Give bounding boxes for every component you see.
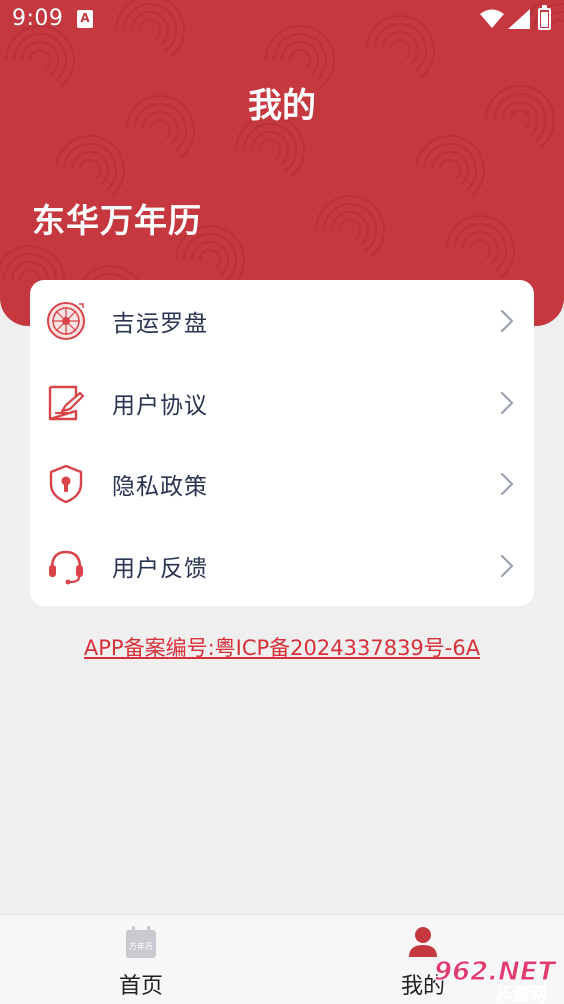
menu-item-label: 用户协议 [112,392,208,419]
cloud-swirl [469,239,491,259]
compass-icon [47,302,85,340]
wifi-icon [480,9,504,28]
cloud-swirl [415,135,485,198]
chevron-right-icon [500,309,514,333]
icp-record-link[interactable]: APP备案编号:粤ICP备2024337839号-6A [0,632,564,662]
status-bar: 9:09 A [0,0,564,40]
cloud-swirl [431,151,469,186]
cloud-swirl [289,49,311,69]
menu-card: 吉运罗盘 用户协议 隐私政策 用户反馈 [30,280,534,606]
tab-home[interactable]: 万年历 首页 [0,915,282,1004]
calendar-icon-text: 万年历 [129,941,153,951]
menu-item-label: 吉运罗盘 [112,311,208,337]
cloud-swirl [331,211,369,246]
status-time: 9:09 [12,6,64,31]
cloud-swirl [79,159,101,179]
cloud-swirl [439,159,461,179]
tab-home-label: 首页 [118,974,163,999]
page-title: 我的 [248,86,316,126]
watermark-brand: 962.NET [434,957,558,987]
shield-lock-icon [49,464,83,504]
cloud-swirl [281,41,319,76]
cloud-pattern-background [0,0,564,326]
cloud-swirl [259,139,281,159]
headset-icon [49,550,83,584]
battery-icon [538,5,551,30]
menu-item-label: 用户反馈 [112,555,208,582]
menu-item-label: 隐私政策 [112,474,208,500]
calendar-icon: 万年历 [126,926,156,958]
cloud-swirl [251,131,289,166]
document-edit-icon [48,385,85,420]
cloud-swirl [389,39,411,59]
cloud-swirl [339,219,361,239]
cloud-swirl [191,241,229,276]
cloud-swirl [461,231,499,266]
menu-item-compass[interactable]: 吉运罗盘 [30,280,534,362]
app-name: 东华万年历 [32,201,202,240]
cloud-swirl [21,41,59,76]
menu-item-privacy-policy[interactable]: 隐私政策 [30,443,534,525]
menu-item-user-agreement[interactable]: 用户协议 [30,362,534,444]
chevron-right-icon [500,391,514,414]
cloud-swirl [71,151,109,186]
chevron-right-icon [500,472,514,496]
site-watermark-logo: 962.NET 乐游网 [434,957,559,1004]
cloud-swirl [315,195,385,258]
profile-header [0,0,564,326]
notification-a-icon: A [77,10,93,28]
chevron-right-icon [500,554,514,577]
cloud-swirl [199,249,221,269]
watermark-sub: 乐游网 [496,984,547,1004]
cloud-swirl [55,135,125,198]
signal-icon [508,9,530,29]
cloud-swirl [29,49,51,69]
cloud-swirl [445,215,515,278]
menu-item-feedback[interactable]: 用户反馈 [30,525,534,607]
